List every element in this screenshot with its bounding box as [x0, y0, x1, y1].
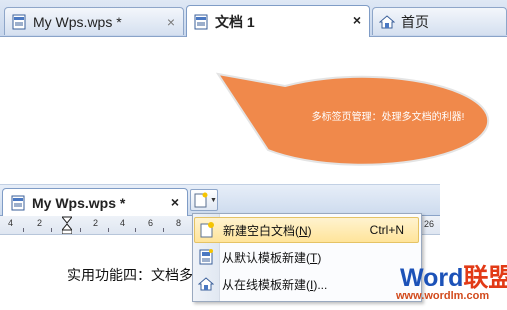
online-template-icon: [198, 277, 214, 291]
new-document-dropdown-button[interactable]: ▼: [190, 189, 218, 211]
new-doc-icon: [194, 192, 208, 208]
menu-item-from-default-template[interactable]: 从默认模板新建(T): [194, 244, 419, 270]
ruler-tick: [135, 228, 136, 232]
close-tab-icon[interactable]: ×: [171, 194, 179, 210]
document-text: 实用功能四：文档多: [67, 267, 193, 283]
ruler-number: 26: [424, 219, 435, 229]
ruler-tick: [51, 228, 52, 232]
watermark-logo: Word联盟: [400, 258, 507, 294]
indent-marker-handle[interactable]: [62, 216, 72, 234]
new-blank-doc-icon: [200, 222, 214, 238]
new-document-menu: 新建空白文档(N) Ctrl+N 从默认模板新建(T) 从在线模板新建(I)..…: [192, 213, 422, 302]
watermark-url: www.wordlm.com: [396, 290, 490, 302]
menu-item-label: 从默认模板新建(T): [222, 250, 322, 265]
menu-item-new-blank-document[interactable]: 新建空白文档(N) Ctrl+N: [194, 217, 419, 243]
callout-text: 多标签页管理：处理多文档的利器!: [311, 112, 465, 123]
tab-title: My Wps.wps *: [32, 194, 126, 211]
ruler-tick: [163, 228, 164, 232]
ruler-tick: [23, 228, 24, 232]
ruler-tick: [108, 228, 109, 232]
ruler-number: 4: [120, 218, 126, 228]
template-doc-icon: [199, 249, 213, 265]
wps-doc-icon: [11, 195, 25, 210]
ruler-number: 8: [176, 218, 182, 228]
menu-item-from-online-template[interactable]: 从在线模板新建(I)...: [194, 271, 419, 297]
menu-item-label: 新建空白文档(N): [223, 223, 312, 238]
tab-my-wps[interactable]: My Wps.wps * ×: [2, 188, 188, 216]
ruler-number: 6: [148, 218, 154, 228]
menu-item-label: 从在线模板新建(I)...: [222, 277, 328, 292]
menu-item-shortcut: Ctrl+N: [369, 223, 404, 237]
ruler-number: 2: [37, 218, 43, 228]
watermark-cn: 联盟: [463, 264, 507, 292]
ruler-number: 2: [93, 218, 99, 228]
watermark-word: Word: [400, 264, 464, 292]
ruler-number: 4: [8, 218, 14, 228]
ruler-tick: [80, 228, 81, 232]
chevron-down-icon: ▼: [210, 196, 217, 204]
